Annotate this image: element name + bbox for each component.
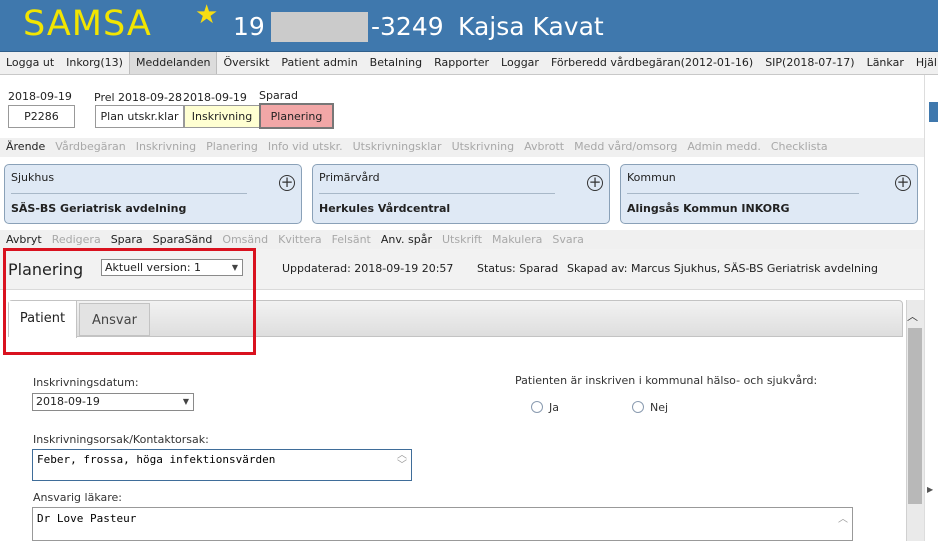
menu-item[interactable]: Förberedd vårdbegäran(2012-01-16)	[545, 52, 759, 74]
menu-item[interactable]: Rapporter	[428, 52, 495, 74]
card-title: Sjukhus	[11, 171, 55, 184]
radio-circle[interactable]	[632, 401, 644, 413]
lakare-value: Dr Love Pasteur	[37, 512, 137, 525]
scroll-up-icon[interactable]: ︿	[907, 308, 918, 324]
patient-id-redaction	[271, 12, 368, 42]
action-button[interactable]: Spara	[106, 230, 148, 249]
radio-ja-label: Ja	[549, 401, 559, 414]
menu-item[interactable]: Hjälp	[910, 52, 938, 74]
lakare-label: Ansvarig läkare:	[33, 491, 123, 504]
step-tab[interactable]: Info vid utskr.	[263, 138, 348, 157]
right-panel-marker	[929, 102, 938, 122]
add-circle-icon[interactable]: +	[895, 175, 911, 191]
menu-item[interactable]: Översikt	[217, 52, 275, 74]
card-divider	[11, 193, 247, 194]
step-tab[interactable]: Ärende	[1, 138, 50, 157]
main-menu: Logga ut Inkorg(13) Meddelanden Översikt Pat…	[0, 52, 938, 75]
menu-item[interactable]: Inkorg(13)	[60, 52, 129, 74]
samsa-logo: SAMSA	[23, 4, 152, 44]
action-button[interactable]: SparaSänd	[148, 230, 218, 249]
action-button[interactable]: Kvittera	[273, 230, 326, 249]
action-button[interactable]: Utskrift	[437, 230, 487, 249]
planering-button[interactable]: Planering	[259, 103, 334, 129]
created-by-info: Skapad av: Marcus Sjukhus, SÄS-BS Geriat…	[567, 262, 879, 275]
menu-item[interactable]: Betalning	[364, 52, 428, 74]
action-button[interactable]: Felsänt	[327, 230, 376, 249]
case-id-box: P2286	[8, 105, 75, 128]
updated-info: Uppdaterad: 2018-09-19 20:57	[282, 262, 454, 275]
saved-label: Sparad	[259, 89, 298, 102]
card-divider	[627, 193, 859, 194]
step-tab[interactable]: Utskrivning	[447, 138, 520, 157]
action-button[interactable]: Anv. spår	[376, 230, 437, 249]
case-date: 2018-09-19	[8, 90, 72, 103]
patient-id-prefix: 19	[233, 12, 265, 41]
radio-nej-label: Nej	[650, 401, 669, 414]
card-kommun[interactable]: Kommun Alingsås Kommun INKORG +	[620, 164, 918, 224]
action-button[interactable]: Svara	[547, 230, 589, 249]
step-tab[interactable]: Inskrivning	[131, 138, 201, 157]
highlight-frame	[3, 248, 256, 355]
menu-item[interactable]: Loggar	[495, 52, 545, 74]
inskrivningsdatum-label: Inskrivningsdatum:	[33, 376, 139, 389]
process-steps-bar: Ärende Vårdbegäran Inskrivning Planering Inf…	[0, 138, 924, 157]
menu-item[interactable]: Logga ut	[0, 52, 60, 74]
orsak-value: Feber, frossa, höga infektionsvärden	[37, 453, 276, 466]
step-tab[interactable]: Medd vård/omsorg	[569, 138, 682, 157]
inskrivning-button[interactable]: Inskrivning	[184, 105, 260, 128]
patient-name: Kajsa Kavat	[458, 12, 604, 41]
step-tab[interactable]: Avbrott	[519, 138, 569, 157]
textarea-scroll-arrows-icon[interactable]: ︿ ﹀	[397, 451, 407, 471]
add-circle-icon[interactable]: +	[587, 175, 603, 191]
step-tab[interactable]: Utskrivningsklar	[348, 138, 447, 157]
action-button[interactable]: Omsänd	[217, 230, 273, 249]
scrollbar-thumb[interactable]	[908, 328, 922, 504]
inskrivning-date: 2018-09-19	[183, 91, 247, 104]
prel-date: Prel 2018-09-28	[94, 91, 182, 104]
step-tab[interactable]: Checklista	[766, 138, 833, 157]
star-icon[interactable]: ★	[195, 0, 218, 30]
orsak-label: Inskrivningsorsak/Kontaktorsak:	[33, 433, 209, 446]
plan-utskr-klar-button[interactable]: Plan utskr.klar	[95, 105, 184, 128]
action-button[interactable]: Redigera	[47, 230, 106, 249]
kommunal-label: Patienten är inskriven i kommunal hälso-…	[515, 374, 818, 387]
orsak-textarea[interactable]: Feber, frossa, höga infektionsvärden	[32, 449, 412, 481]
card-value: Alingsås Kommun INKORG	[627, 202, 790, 215]
card-value: SÄS-BS Geriatrisk avdelning	[11, 202, 187, 215]
expand-arrow-icon[interactable]: ▶	[927, 485, 933, 494]
radio-circle[interactable]	[531, 401, 543, 413]
inskrivningsdatum-value: 2018-09-19	[36, 395, 100, 408]
card-sjukhus[interactable]: Sjukhus SÄS-BS Geriatrisk avdelning +	[4, 164, 302, 224]
add-circle-icon[interactable]: +	[279, 175, 295, 191]
card-title: Primärvård	[319, 171, 380, 184]
dropdown-arrow-icon: ▼	[182, 397, 189, 406]
radio-ja[interactable]	[531, 401, 543, 416]
menu-item[interactable]: Länkar	[861, 52, 910, 74]
inskrivningsdatum-select[interactable]: 2018-09-19 ▼	[32, 393, 194, 411]
card-value: Herkules Vårdcentral	[319, 202, 451, 215]
card-title: Kommun	[627, 171, 676, 184]
textarea-scroll-up-icon[interactable]: ︿	[838, 515, 848, 525]
lakare-textarea[interactable]: Dr Love Pasteur	[32, 507, 853, 541]
action-button[interactable]: Avbryt	[1, 230, 47, 249]
card-primarvard[interactable]: Primärvård Herkules Vårdcentral +	[312, 164, 610, 224]
step-tab[interactable]: Planering	[201, 138, 263, 157]
menu-item[interactable]: Meddelanden	[128, 52, 218, 74]
status-info: Status: Sparad	[477, 262, 559, 275]
card-divider	[319, 193, 555, 194]
menu-item[interactable]: Patient admin	[275, 52, 363, 74]
action-button[interactable]: Makulera	[487, 230, 547, 249]
menu-item[interactable]: SIP(2018-07-17)	[759, 52, 860, 74]
patient-id-suffix: -3249	[371, 12, 444, 41]
radio-nej[interactable]	[632, 401, 644, 416]
right-panel-edge	[924, 75, 938, 541]
step-tab[interactable]: Vårdbegäran	[50, 138, 130, 157]
action-bar: Avbryt Redigera Spara SparaSänd Omsänd Kvitte…	[0, 230, 924, 249]
step-tab[interactable]: Admin medd.	[682, 138, 766, 157]
